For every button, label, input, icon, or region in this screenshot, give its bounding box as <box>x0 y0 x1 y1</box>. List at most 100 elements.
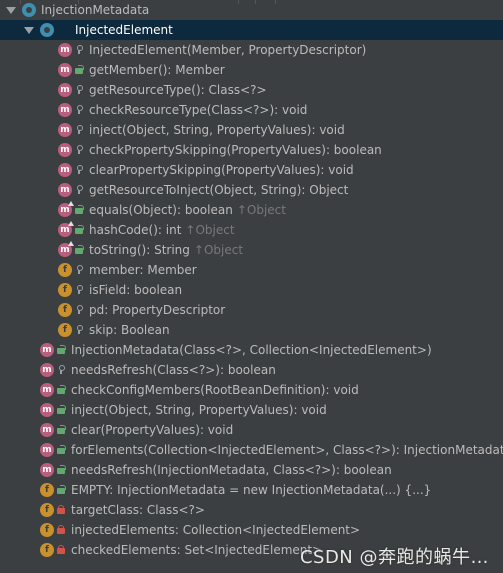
field-icon: f <box>58 263 72 277</box>
tree-item-label: clear(PropertyValues): void <box>71 423 234 437</box>
method-icon: m <box>40 443 54 457</box>
public-lock-icon <box>57 465 66 474</box>
tree-item-label: getMember(): Member <box>89 63 225 77</box>
expand-arrow-icon[interactable] <box>6 7 16 14</box>
tree-method-row[interactable]: m inject(Object, String, PropertyValues):… <box>0 400 503 420</box>
tree-item-label: InjectionMetadata(Class<?>, Collection<I… <box>71 343 432 357</box>
field-icon: f <box>40 483 54 497</box>
method-icon: m <box>40 383 54 397</box>
private-lock-icon <box>57 525 65 534</box>
tree-method-row[interactable]: m getResourceToInject(Object, String): Ob… <box>0 180 503 200</box>
tree-item-label: getResourceToInject(Object, String): Obj… <box>89 183 349 197</box>
tree-method-row[interactable]: m clear(PropertyValues): void <box>0 420 503 440</box>
method-icon: m <box>40 463 54 477</box>
method-icon: m <box>40 343 54 357</box>
method-icon: m <box>58 83 72 97</box>
tree-item-label: forElements(Collection<InjectedElement>,… <box>71 443 503 457</box>
method-icon: m <box>40 403 54 417</box>
tree-item-label: getResourceType(): Class<?> <box>89 83 267 97</box>
public-lock-icon <box>75 65 84 74</box>
tree-method-row[interactable]: m hashCode(): int ↑Object <box>0 220 503 240</box>
public-lock-icon <box>75 225 84 234</box>
class-icon <box>40 23 54 37</box>
method-icon: m <box>58 183 72 197</box>
method-icon: m <box>40 423 54 437</box>
public-lock-icon <box>57 485 66 494</box>
package-key-icon <box>75 185 83 194</box>
package-key-icon <box>57 365 65 374</box>
tree-method-row[interactable]: m needsRefresh(Class<?>): boolean <box>0 360 503 380</box>
tree-item-label: checkedElements: Set<InjectedElement> <box>71 543 323 557</box>
tree-method-row[interactable]: m checkResourceType(Class<?>): void <box>0 100 503 120</box>
field-icon: f <box>40 543 54 557</box>
tree-item-label: toString(): String <box>89 243 190 257</box>
package-key-icon <box>75 105 83 114</box>
public-lock-icon <box>57 385 66 394</box>
tree-field-row[interactable]: f skip: Boolean <box>0 320 503 340</box>
tree-method-row[interactable]: m getResourceType(): Class<?> <box>0 80 503 100</box>
package-key-icon <box>75 325 83 334</box>
tree-field-row[interactable]: f member: Member <box>0 260 503 280</box>
tree-method-row[interactable]: m clearPropertySkipping(PropertyValues): … <box>0 160 503 180</box>
tree-method-row[interactable]: m checkConfigMembers(RootBeanDefinition):… <box>0 380 503 400</box>
tree-field-row[interactable]: f pd: PropertyDescriptor <box>0 300 503 320</box>
package-key-icon <box>75 285 83 294</box>
tree-method-row[interactable]: m InjectionMetadata(Class<?>, Collection<… <box>0 340 503 360</box>
field-icon: f <box>58 323 72 337</box>
tree-class-row[interactable]: InjectionMetadata <box>0 0 503 20</box>
method-icon: m <box>58 63 72 77</box>
method-icon: m <box>58 163 72 177</box>
method-icon: m <box>58 221 74 237</box>
tree-item-label: targetClass: Class<?> <box>71 503 205 517</box>
tree-method-row[interactable]: m checkPropertySkipping(PropertyValues): … <box>0 140 503 160</box>
tree-method-row[interactable]: m getMember(): Member <box>0 60 503 80</box>
structure-tree[interactable]: InjectionMetadata InjectedElement m Injecte… <box>0 0 503 560</box>
package-key-icon <box>75 45 83 54</box>
public-lock-icon <box>75 205 84 214</box>
method-icon: m <box>58 123 72 137</box>
tree-item-label: hashCode(): int <box>89 223 182 237</box>
tree-method-row[interactable]: m toString(): String ↑Object <box>0 240 503 260</box>
tree-item-label: checkResourceType(Class<?>): void <box>89 103 308 117</box>
tree-class-row[interactable]: InjectedElement <box>0 20 503 40</box>
public-lock-icon <box>57 405 66 414</box>
public-lock-icon <box>75 245 84 254</box>
public-lock-icon <box>57 445 66 454</box>
inherited-from-label: ↑Object <box>193 243 244 257</box>
package-key-icon <box>75 125 83 134</box>
tree-item-label: checkConfigMembers(RootBeanDefinition): … <box>71 383 359 397</box>
package-key-icon <box>75 145 83 154</box>
package-key-icon <box>75 165 83 174</box>
tree-method-row[interactable]: m equals(Object): boolean ↑Object <box>0 200 503 220</box>
inherited-from-label: ↑Object <box>236 203 286 217</box>
private-lock-icon <box>57 545 65 554</box>
tree-field-row[interactable]: f targetClass: Class<?> <box>0 500 503 520</box>
tree-item-label: equals(Object): boolean <box>89 203 233 217</box>
tree-item-label: InjectionMetadata <box>41 3 150 17</box>
tree-method-row[interactable]: m InjectedElement(Member, PropertyDescrip… <box>0 40 503 60</box>
tree-item-label: checkPropertySkipping(PropertyValues): b… <box>89 143 382 157</box>
class-icon <box>22 3 36 17</box>
tree-item-label-wrap: hashCode(): int ↑Object <box>89 220 235 240</box>
method-icon: m <box>58 201 74 217</box>
tree-field-row[interactable]: f injectedElements: Collection<InjectedEl… <box>0 520 503 540</box>
field-icon: f <box>58 283 72 297</box>
tree-field-row[interactable]: f EMPTY: InjectionMetadata = new Injectio… <box>0 480 503 500</box>
tree-method-row[interactable]: m needsRefresh(InjectionMetadata, Class<?… <box>0 460 503 480</box>
field-icon: f <box>58 303 72 317</box>
tree-item-label: skip: Boolean <box>89 323 170 337</box>
tree-item-label: clearPropertySkipping(PropertyValues): v… <box>89 163 354 177</box>
tree-method-row[interactable]: m inject(Object, String, PropertyValues):… <box>0 120 503 140</box>
method-icon: m <box>58 103 72 117</box>
tree-item-label: needsRefresh(InjectionMetadata, Class<?>… <box>71 463 392 477</box>
expand-arrow-icon[interactable] <box>24 27 34 34</box>
tree-item-label: EMPTY: InjectionMetadata = new Injection… <box>71 483 432 497</box>
tree-item-label: InjectedElement <box>75 23 173 37</box>
package-key-icon <box>75 85 83 94</box>
tree-field-row[interactable]: f isField: boolean <box>0 280 503 300</box>
public-lock-icon <box>57 425 66 434</box>
watermark: CSDN @奔跑的蜗牛… <box>299 547 489 568</box>
tree-item-label-wrap: equals(Object): boolean ↑Object <box>89 200 286 220</box>
tree-method-row[interactable]: m forElements(Collection<InjectedElement>… <box>0 440 503 460</box>
package-key-icon <box>75 265 83 274</box>
